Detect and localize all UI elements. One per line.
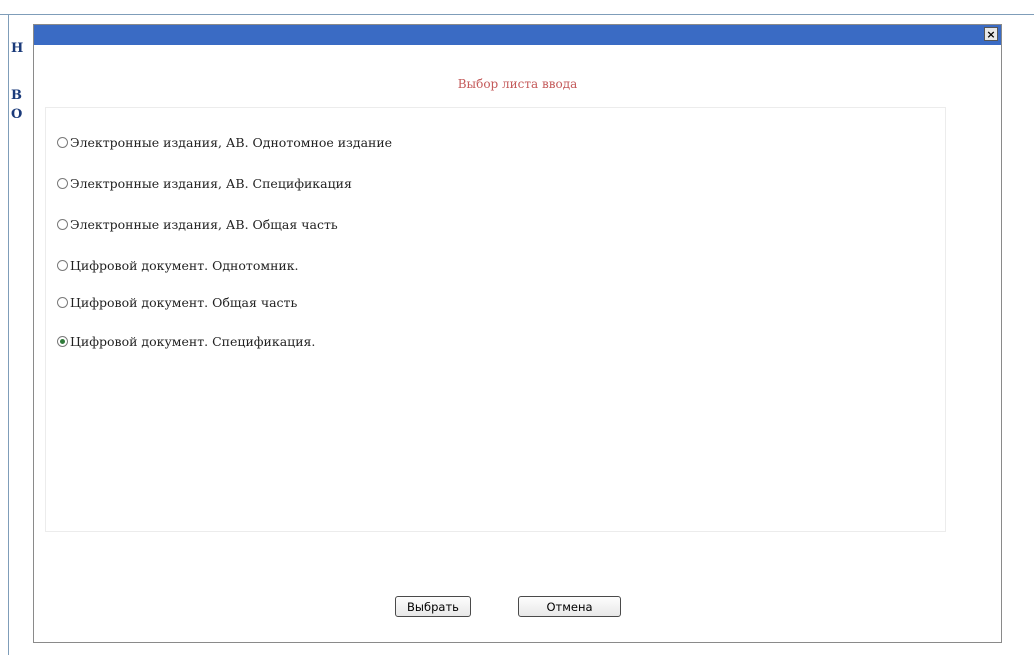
option-label: Цифровой документ. Однотомник. xyxy=(70,257,299,273)
dialog-title: Выбор листа ввода xyxy=(457,77,578,91)
option-radio-5[interactable]: Цифровой документ. Спецификация. xyxy=(57,332,315,350)
option-label: Цифровой документ. Общая часть xyxy=(70,294,298,310)
dialog-titlebar[interactable]: × xyxy=(34,25,1001,45)
page: Н В О × Выбор листа ввода Электронные из… xyxy=(0,0,1034,655)
option-radio-3[interactable]: Цифровой документ. Однотомник. xyxy=(57,256,299,274)
select-button[interactable]: Выбрать xyxy=(395,596,471,617)
option-label: Цифровой документ. Спецификация. xyxy=(70,333,316,349)
background-text-fragment: О xyxy=(11,107,23,122)
background-left-border xyxy=(8,14,9,655)
radio-button-icon[interactable] xyxy=(57,259,68,271)
select-input-sheet-dialog: × Выбор листа ввода Электронные издания,… xyxy=(33,24,1002,643)
options-panel xyxy=(45,107,946,532)
radio-button-icon[interactable] xyxy=(57,177,68,189)
background-text-fragment: В xyxy=(11,88,22,103)
close-button[interactable]: × xyxy=(984,27,998,41)
option-label: Электронные издания, АВ. Спецификация xyxy=(70,175,352,191)
option-radio-0[interactable]: Электронные издания, АВ. Однотомное изда… xyxy=(57,133,392,151)
radio-button-icon[interactable] xyxy=(57,335,68,347)
close-icon: × xyxy=(986,27,996,41)
option-label: Электронные издания, АВ. Однотомное изда… xyxy=(70,134,393,150)
option-label: Электронные издания, АВ. Общая часть xyxy=(70,216,338,232)
cancel-button[interactable]: Отмена xyxy=(518,596,621,617)
option-radio-4[interactable]: Цифровой документ. Общая часть xyxy=(57,293,297,311)
option-radio-1[interactable]: Электронные издания, АВ. Спецификация xyxy=(57,174,352,192)
radio-button-icon[interactable] xyxy=(57,296,68,308)
background-text-fragment: Н xyxy=(11,41,24,56)
background-top-border xyxy=(0,14,1034,15)
radio-button-icon[interactable] xyxy=(57,136,68,148)
option-radio-2[interactable]: Электронные издания, АВ. Общая часть xyxy=(57,215,338,233)
radio-button-icon[interactable] xyxy=(57,218,68,230)
